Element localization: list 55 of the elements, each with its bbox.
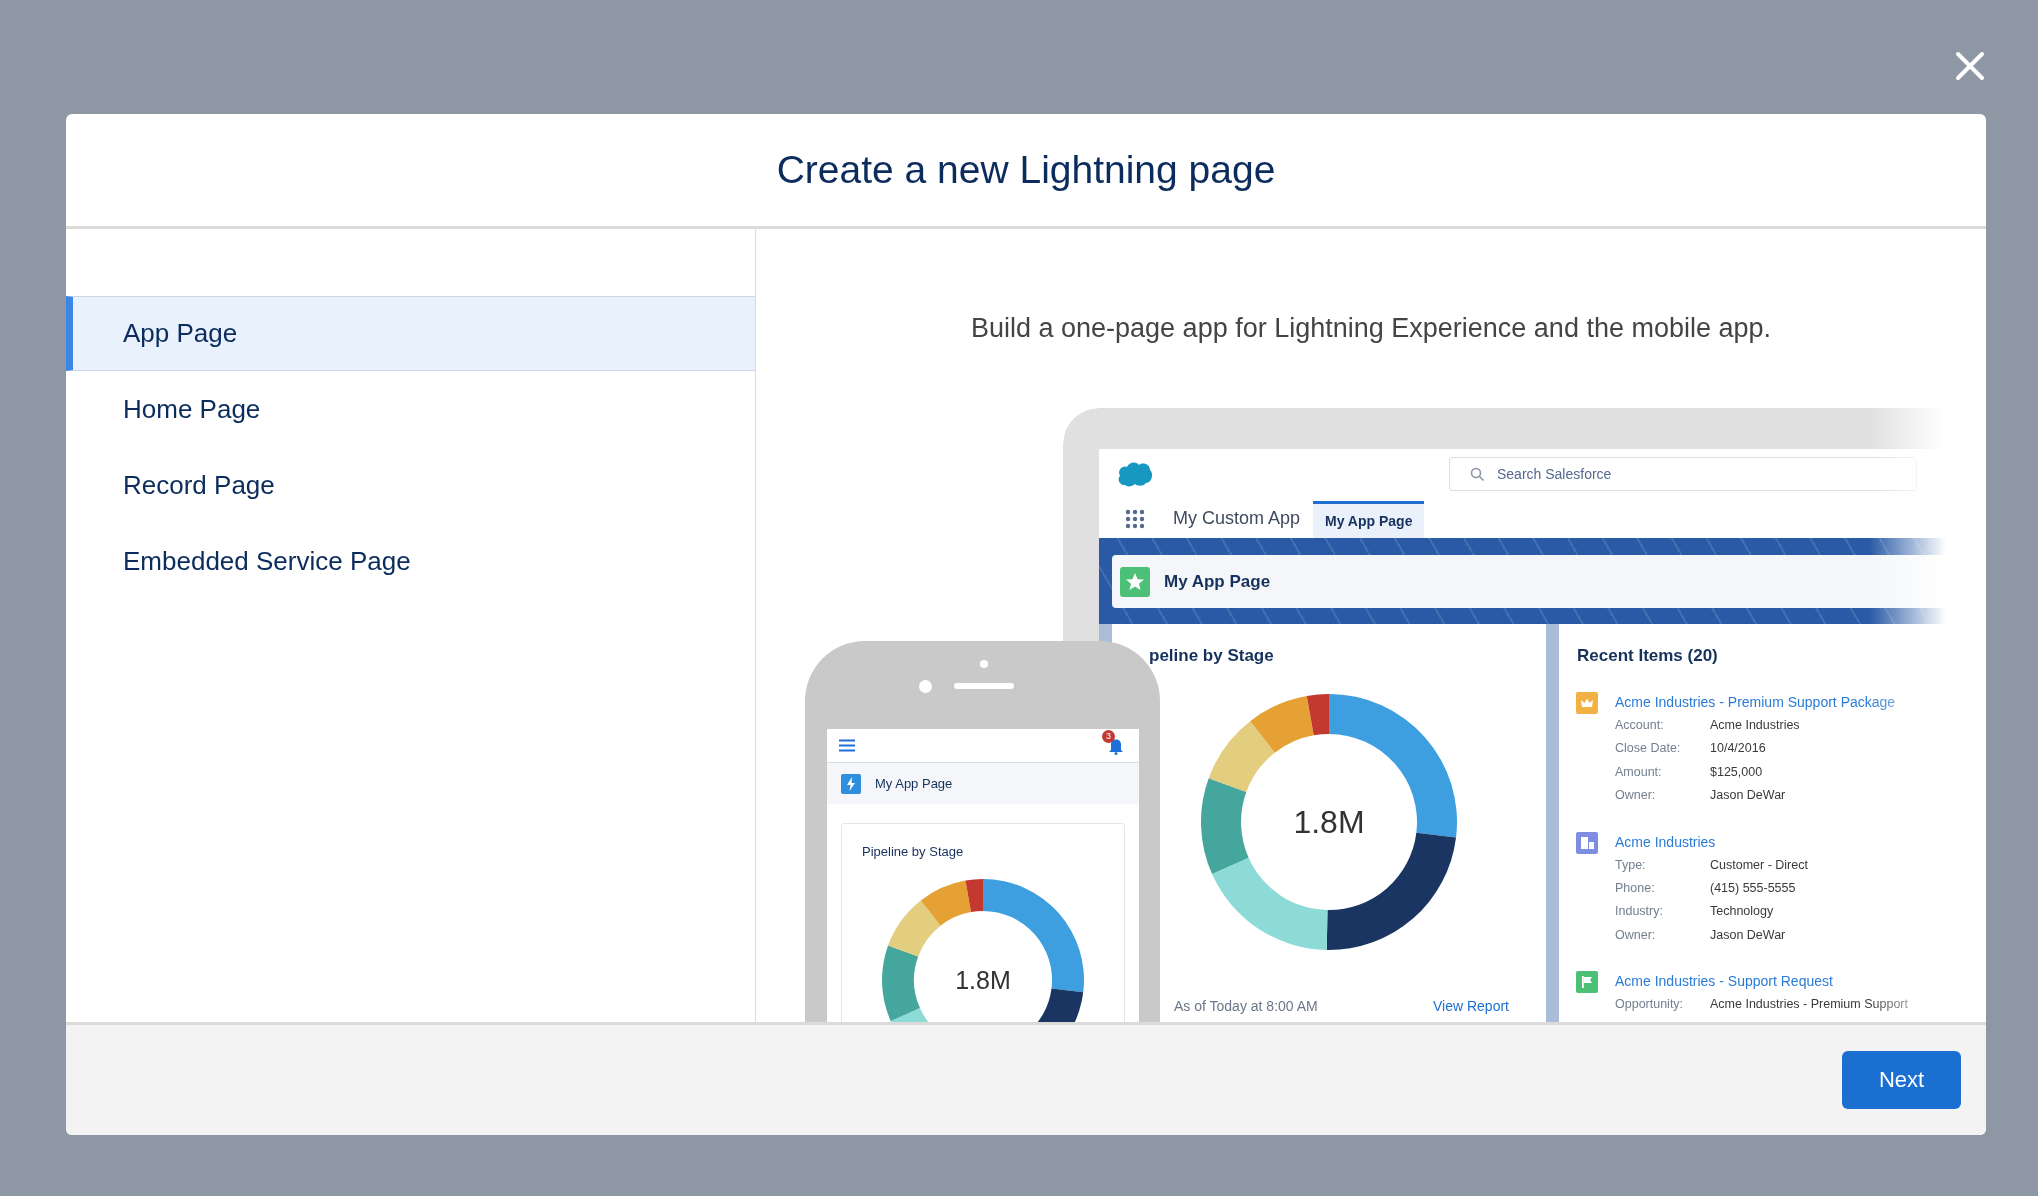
chart-total: 1.8M	[954, 965, 1012, 995]
field-value: Acme Industries - Premium Support	[1710, 996, 1908, 1014]
field-label: Industry:	[1615, 903, 1664, 921]
camera-dot	[919, 680, 932, 693]
record-link[interactable]: Acme Industries - Support Request	[1615, 969, 1908, 994]
field-label: Close Date:	[1615, 740, 1682, 758]
field-label: Amount:	[1615, 763, 1663, 781]
field-value: Jason DeWar	[1710, 926, 1786, 944]
search-field[interactable]: Search Salesforce	[1449, 457, 1917, 491]
app-name: My Custom App	[1173, 508, 1301, 529]
field-value: Jason DeWar	[1710, 787, 1786, 805]
card-title: Recent Items (20)	[1576, 646, 1719, 666]
page-type-item[interactable]: Home Page	[66, 372, 755, 447]
field-label: Owner:	[1615, 787, 1657, 805]
chart-total: 1.8M	[1292, 803, 1366, 841]
view-report-link[interactable]: View Report	[1433, 998, 1509, 1014]
field-value: $125,000	[1710, 763, 1763, 781]
page-type-description: Build a one-page app for Lightning Experience and the mobile app.	[969, 312, 1773, 344]
page-title: My App Page	[875, 776, 953, 791]
field-value: 10/4/2016	[1710, 740, 1766, 758]
building-icon	[1576, 831, 1598, 854]
donut-slice	[1208, 721, 1275, 792]
lightning-icon	[841, 773, 861, 794]
field-value: Technology	[1710, 903, 1774, 921]
next-button[interactable]: Next	[1842, 1051, 1961, 1109]
card-title: Pipeline by Stage	[861, 844, 965, 859]
field-label: Opportunity:	[1615, 996, 1685, 1014]
field-label: Owner:	[1615, 926, 1657, 944]
page-type-item[interactable]: App Page	[66, 296, 755, 371]
field-label: Phone:	[1615, 880, 1656, 898]
donut-slice	[888, 900, 941, 957]
card-title: peline by Stage	[1148, 646, 1275, 666]
search-icon	[1470, 466, 1485, 482]
page-type-item[interactable]: Record Page	[66, 448, 755, 523]
dialog-title: Create a new Lightning page	[776, 148, 1276, 192]
notification-badge: 3	[1102, 729, 1115, 743]
field-value: Customer - Direct	[1710, 856, 1808, 874]
field-label: Account:	[1615, 717, 1665, 734]
page-title: My App Page	[1164, 571, 1271, 592]
field-label: Type:	[1615, 856, 1647, 874]
speaker-slot	[954, 683, 1014, 689]
cloud-logo-icon	[1117, 461, 1153, 487]
record-link[interactable]: Acme Industries - Premium Support Package	[1615, 690, 1896, 714]
page-type-item[interactable]: Embedded Service Page	[66, 524, 755, 599]
record-link[interactable]: Acme Industries	[1615, 829, 1808, 854]
sensor-dot	[980, 660, 988, 668]
field-value: Acme Industries	[1710, 717, 1800, 734]
flag-icon	[1576, 971, 1598, 994]
chart-footnote: As of Today at 8:00 AM	[1174, 998, 1318, 1014]
app-launcher-icon[interactable]	[1125, 509, 1145, 529]
close-icon[interactable]	[1955, 51, 1985, 81]
menu-icon[interactable]	[839, 739, 855, 752]
field-value: (415) 555-5555	[1710, 880, 1796, 898]
nav-tab[interactable]: My App Page	[1313, 501, 1425, 538]
crown-icon	[1576, 692, 1598, 714]
